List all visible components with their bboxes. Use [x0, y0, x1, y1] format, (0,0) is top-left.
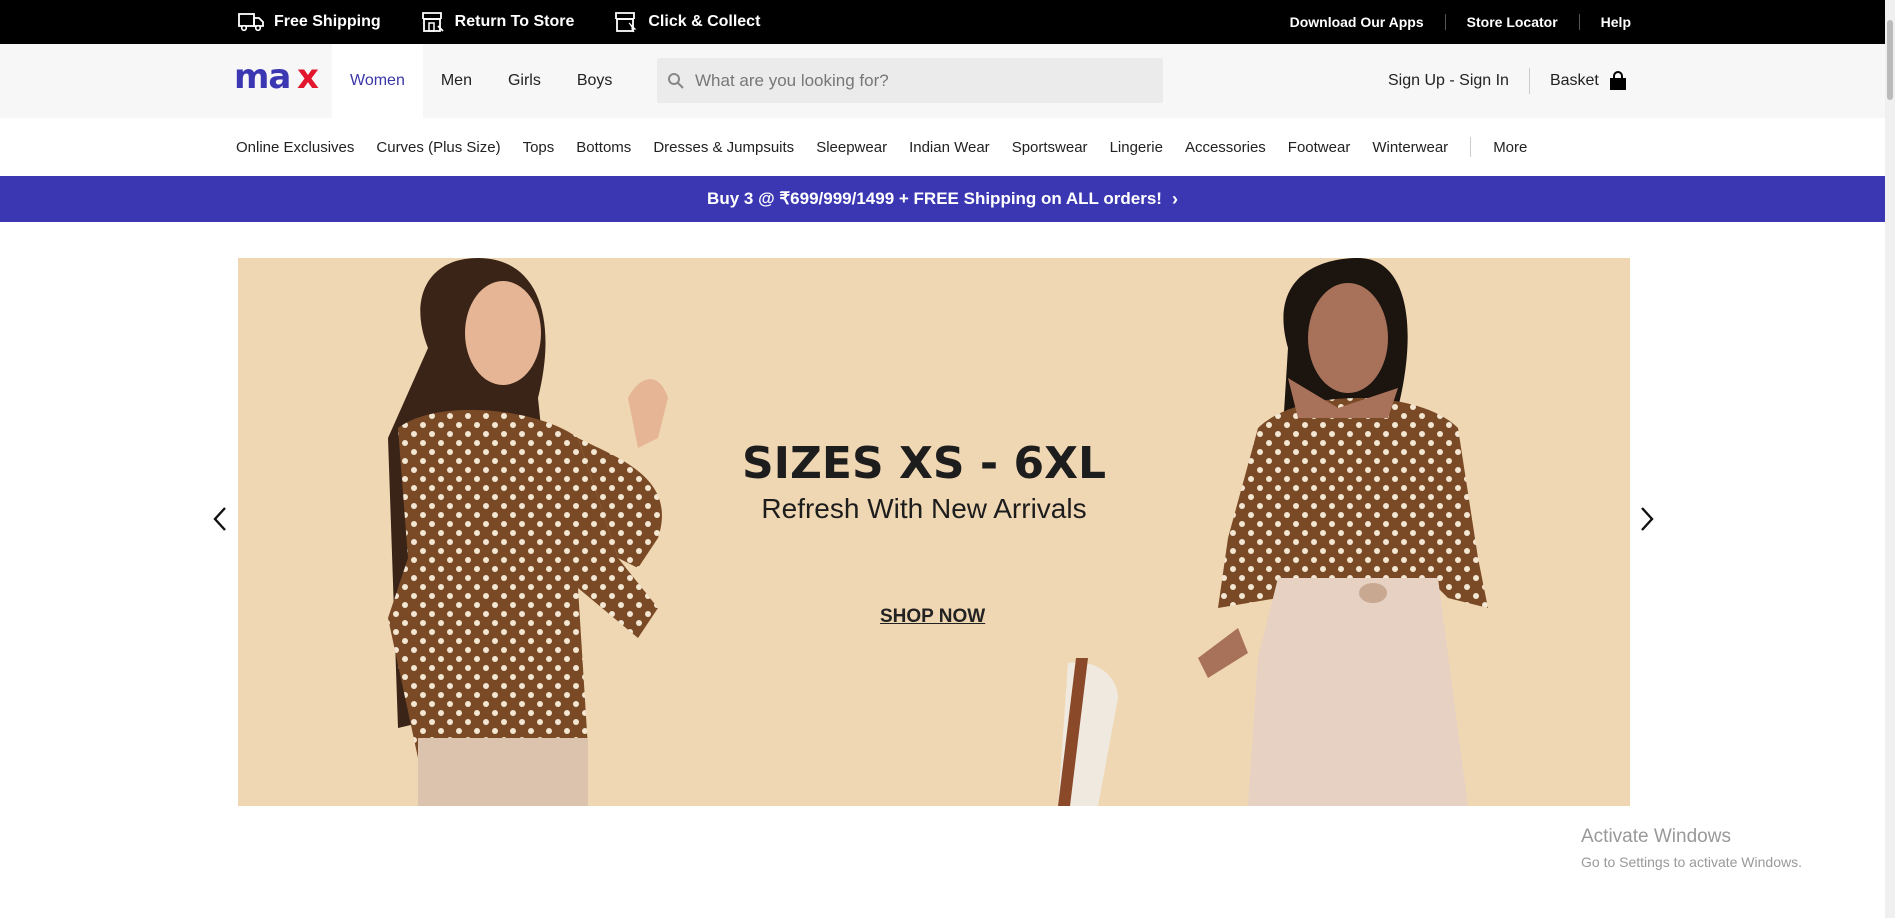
category-link[interactable]: Dresses & Jumpsuits: [653, 139, 794, 156]
divider: [1470, 137, 1472, 157]
search-input[interactable]: [695, 70, 1135, 91]
account-area: Sign Up - Sign In Basket: [1388, 44, 1627, 118]
tab-women[interactable]: Women: [332, 44, 423, 118]
tab-men[interactable]: Men: [423, 44, 490, 118]
promo-text: Buy 3 @ ₹699/999/1499 + FREE Shipping on…: [707, 189, 1162, 208]
search-icon: [668, 72, 684, 89]
category-link[interactable]: Indian Wear: [909, 139, 990, 156]
free-shipping-link[interactable]: Free Shipping: [238, 12, 381, 32]
store-locator-link[interactable]: Store Locator: [1444, 14, 1579, 30]
free-shipping-label: Free Shipping: [274, 13, 381, 30]
truck-icon: [238, 13, 264, 32]
click-collect-icon: [615, 12, 637, 33]
return-to-store-link[interactable]: Return To Store: [421, 11, 575, 33]
category-link[interactable]: Footwear: [1288, 139, 1351, 156]
category-link[interactable]: Tops: [523, 139, 555, 156]
max-logo[interactable]: ma x: [234, 57, 326, 97]
hero-subtitle: Refresh With New Arrivals: [761, 493, 1087, 524]
category-link[interactable]: Winterwear: [1372, 139, 1448, 156]
search-box[interactable]: [657, 58, 1163, 103]
help-link[interactable]: Help: [1578, 14, 1631, 30]
category-link[interactable]: Bottoms: [576, 139, 631, 156]
svg-text:x: x: [297, 62, 319, 92]
main-header: ma x Women Men Girls Boys Sign Up - Sign…: [0, 44, 1885, 118]
activate-windows-watermark: Activate Windows Go to Settings to activ…: [1581, 826, 1802, 870]
return-to-store-label: Return To Store: [454, 13, 575, 30]
shop-now-link[interactable]: SHOP NOW: [880, 606, 985, 628]
page-scrollbar[interactable]: [1885, 0, 1895, 918]
basket-label: Basket: [1549, 72, 1599, 89]
more-categories-link[interactable]: More: [1493, 139, 1527, 156]
hero-models-image: [388, 258, 1488, 806]
scrollbar-thumb[interactable]: [1887, 20, 1893, 100]
hero-headline: SIZES XS - 6XL: [741, 438, 1107, 489]
category-link[interactable]: Sportswear: [1012, 139, 1088, 156]
download-apps-link[interactable]: Download Our Apps: [1269, 14, 1445, 30]
category-link[interactable]: Curves (Plus Size): [376, 139, 500, 156]
hero-text: SIZES XS - 6XL Refresh With New Arrivals: [238, 438, 1630, 525]
click-collect-link[interactable]: Click & Collect: [614, 11, 760, 33]
svg-text:ma: ma: [234, 62, 290, 92]
category-link[interactable]: Accessories: [1185, 139, 1266, 156]
category-nav: Online Exclusives Curves (Plus Size) Tops B…: [0, 118, 1885, 176]
divider: [1528, 68, 1530, 94]
shopping-bag-icon: [1609, 71, 1626, 90]
category-link[interactable]: Online Exclusives: [236, 139, 354, 156]
tab-girls[interactable]: Girls: [490, 44, 559, 118]
sign-in-link[interactable]: Sign Up - Sign In: [1388, 72, 1509, 90]
category-link[interactable]: Sleepwear: [816, 139, 887, 156]
category-link[interactable]: Lingerie: [1110, 139, 1163, 156]
tab-boys[interactable]: Boys: [559, 44, 631, 118]
store-return-icon: [421, 12, 444, 32]
gender-tabs: Women Men Girls Boys: [332, 44, 630, 118]
basket-button[interactable]: Basket: [1550, 71, 1627, 91]
chevron-right-icon: ›: [1171, 188, 1178, 209]
carousel-next-button[interactable]: [1639, 505, 1655, 533]
logo-mark: ma x: [234, 57, 319, 97]
watermark-subtitle: Go to Settings to activate Windows.: [1581, 854, 1802, 870]
watermark-title: Activate Windows: [1581, 826, 1731, 847]
hero-banner[interactable]: SIZES XS - 6XL Refresh With New Arrivals…: [238, 258, 1630, 806]
top-utility-bar: Free Shipping Return To Store Click & Co…: [0, 0, 1885, 44]
promo-banner[interactable]: Buy 3 @ ₹699/999/1499 + FREE Shipping on…: [0, 176, 1885, 222]
click-collect-label: Click & Collect: [648, 13, 761, 30]
carousel-prev-button[interactable]: [212, 505, 228, 533]
